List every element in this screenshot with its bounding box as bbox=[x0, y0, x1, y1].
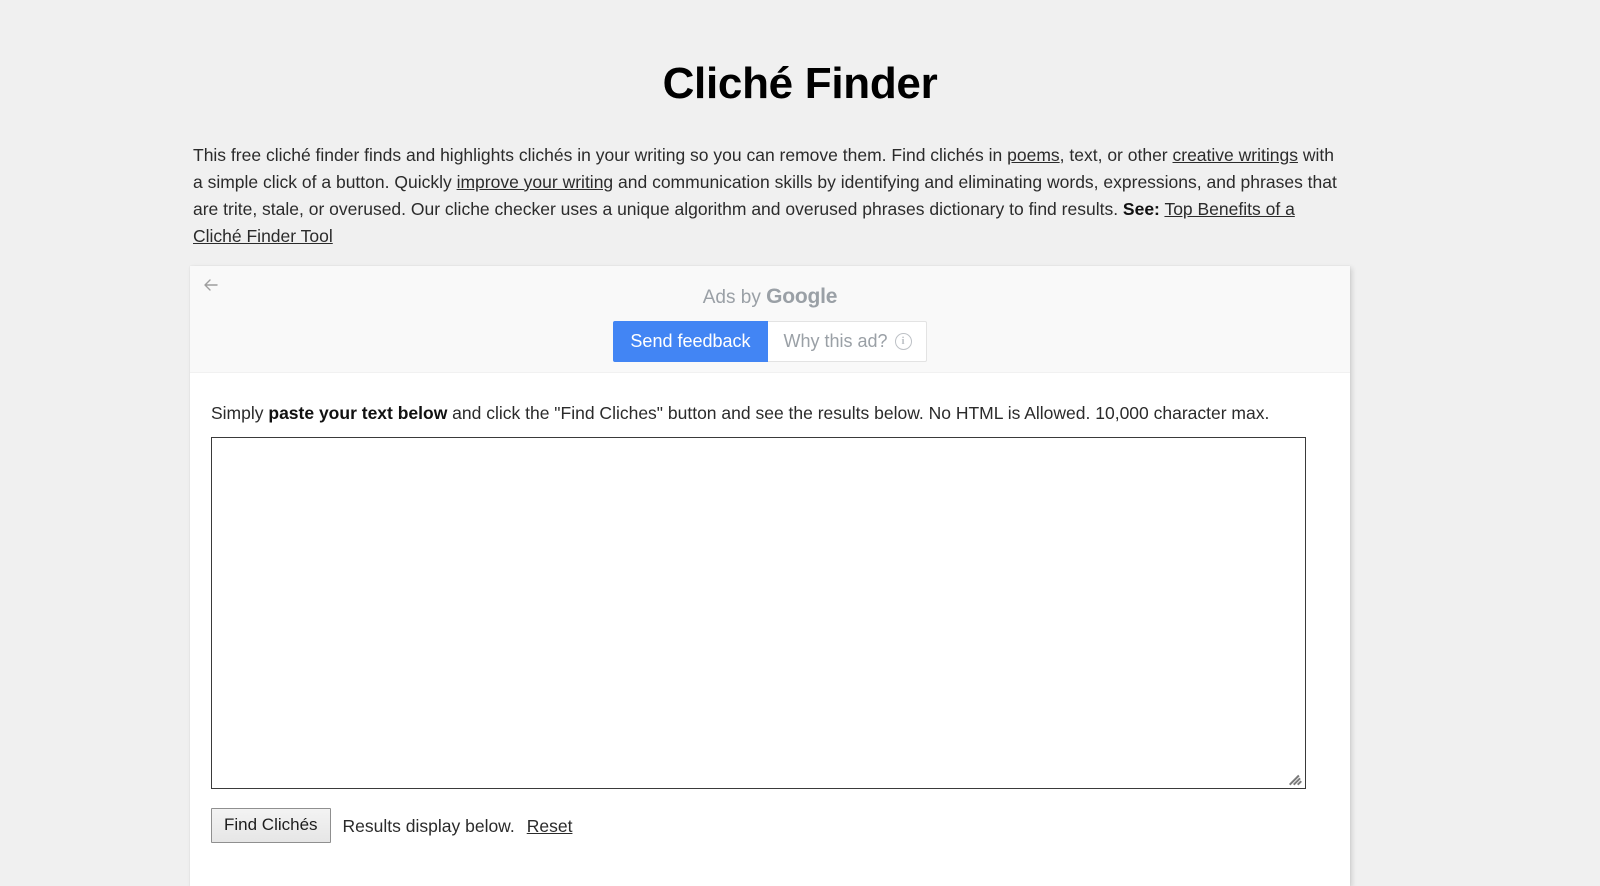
page-root: Cliché Finder This free cliché finder fi… bbox=[0, 0, 1600, 886]
intro-text-segment-2: , text, or other bbox=[1059, 144, 1173, 165]
why-this-ad-label: Why this ad? bbox=[783, 331, 888, 351]
action-row: Find Clichés Results display below. Rese… bbox=[211, 808, 572, 843]
instructions-pre: Simply bbox=[211, 403, 269, 423]
see-label: See: bbox=[1122, 198, 1160, 219]
ads-by-google-label: Ads by Google bbox=[190, 286, 1350, 309]
ad-buttons-row: Send feedback Why this ad? i bbox=[190, 321, 1350, 362]
intro-text-segment-1: This free cliché finder finds and highli… bbox=[193, 144, 1008, 165]
instructions-text: Simply paste your text below and click t… bbox=[211, 401, 1269, 425]
send-feedback-button[interactable]: Send feedback bbox=[613, 321, 768, 362]
tool-card: Ads by Google Send feedback Why this ad?… bbox=[190, 266, 1350, 886]
instructions-post: and click the "Find Cliches" button and … bbox=[447, 403, 1270, 423]
reset-link[interactable]: Reset bbox=[527, 814, 573, 838]
intro-paragraph: This free cliché finder finds and highli… bbox=[193, 142, 1341, 251]
results-note: Results display below. bbox=[342, 815, 515, 836]
info-circle-icon: i bbox=[894, 332, 912, 350]
page-title: Cliché Finder bbox=[662, 59, 938, 109]
cliche-input-textarea[interactable] bbox=[211, 437, 1306, 789]
why-this-ad-button[interactable]: Why this ad? i bbox=[767, 321, 927, 362]
instructions-emphasis: paste your text below bbox=[268, 403, 448, 423]
find-cliches-button[interactable]: Find Clichés bbox=[211, 808, 331, 843]
link-creative-writings[interactable]: creative writings bbox=[1173, 145, 1298, 165]
ads-by-prefix: Ads by bbox=[702, 287, 767, 308]
google-ad-header: Ads by Google Send feedback Why this ad?… bbox=[190, 266, 1350, 373]
link-poems[interactable]: poems bbox=[1007, 145, 1060, 165]
link-improve-your-writing[interactable]: improve your writing bbox=[457, 172, 614, 192]
google-wordmark: Google bbox=[766, 285, 838, 308]
